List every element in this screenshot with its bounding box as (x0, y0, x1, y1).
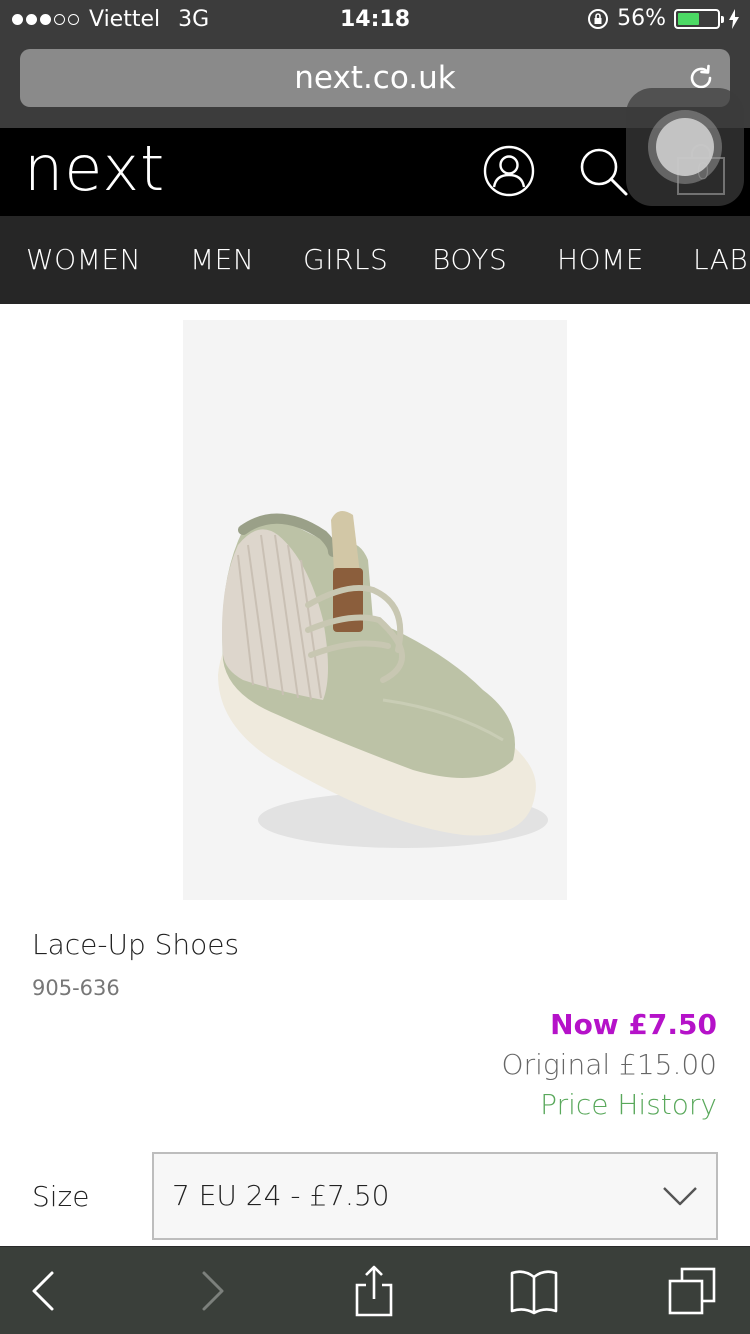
search-icon[interactable] (576, 144, 630, 198)
tabs-icon[interactable] (666, 1265, 718, 1317)
size-label: Size (32, 1180, 90, 1213)
brand-logo[interactable]: next (24, 134, 165, 204)
url-text: next.co.uk (294, 60, 456, 96)
assistive-touch-button[interactable] (626, 88, 744, 206)
nav-item-home[interactable]: HOME (557, 216, 644, 304)
product-code: 905-636 (32, 976, 120, 1000)
url-field[interactable]: next.co.uk (20, 49, 730, 107)
price-history-link[interactable]: Price History (540, 1088, 717, 1121)
product-image[interactable] (183, 320, 567, 900)
size-selected-value: 7 EU 24 - £7.50 (172, 1179, 390, 1212)
rotation-lock-icon (588, 8, 609, 29)
status-bar: Viettel 3G 14:18 56% (0, 0, 750, 40)
bookmarks-icon[interactable] (508, 1265, 560, 1317)
battery-percent: 56% (617, 6, 666, 31)
nav-item-women[interactable]: WOMEN (26, 216, 141, 304)
price-now: Now £7.50 (550, 1008, 717, 1041)
back-icon[interactable] (18, 1265, 70, 1317)
price-original: Original £15.00 (501, 1048, 717, 1081)
charging-bolt-icon (729, 8, 739, 29)
nav-item-boys[interactable]: BOYS (432, 216, 507, 304)
nav-item-lab[interactable]: LAB (693, 216, 748, 304)
browser-toolbar (0, 1246, 750, 1334)
size-select[interactable]: 7 EU 24 - £7.50 (152, 1152, 718, 1240)
battery-fill (678, 12, 700, 25)
chevron-down-icon (663, 1187, 697, 1206)
forward-icon[interactable] (186, 1265, 238, 1317)
nav-item-girls[interactable]: GIRLS (303, 216, 388, 304)
status-right: 56% (587, 6, 740, 31)
category-nav: WOMEN MEN GIRLS BOYS HOME LAB (0, 216, 750, 304)
battery-icon (674, 8, 724, 29)
product-title: Lace-Up Shoes (32, 928, 240, 961)
nav-item-men[interactable]: MEN (190, 216, 254, 304)
shoe-illustration (183, 320, 567, 900)
account-icon[interactable] (482, 144, 536, 198)
assistive-touch-core (656, 118, 714, 176)
share-icon[interactable] (348, 1265, 400, 1317)
